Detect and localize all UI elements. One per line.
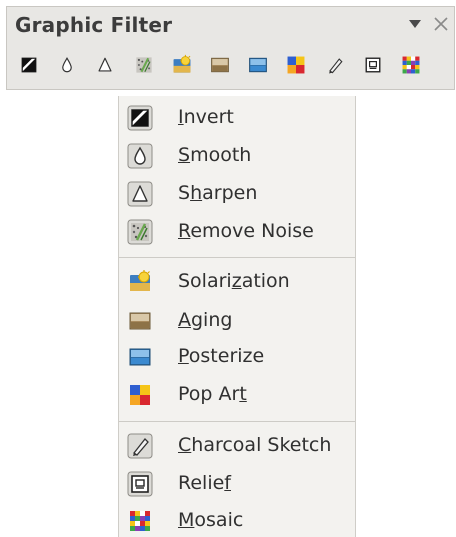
menu-item-label: Pop Art (178, 383, 247, 405)
menu-item-label: Aging (178, 309, 233, 331)
sharpen-icon (127, 181, 153, 207)
solarization-icon (171, 54, 193, 76)
menu-item-label: Smooth (178, 144, 252, 166)
aging-icon (209, 54, 231, 76)
menu-item-aging[interactable]: Aging (119, 303, 355, 339)
menu-item-label: Invert (178, 106, 234, 128)
title-controls (406, 15, 450, 33)
menu-item-pop-art[interactable]: Pop Art (119, 377, 355, 413)
menu-item-label: Relief (178, 472, 231, 494)
menu-separator (119, 421, 355, 422)
menu-item-sharpen[interactable]: Sharpen (119, 176, 355, 212)
charcoal-sketch-icon (127, 433, 153, 459)
menu-item-label: Mosaic (178, 509, 244, 531)
menu-item-relief[interactable]: Relief (119, 466, 355, 502)
relief-icon (362, 54, 384, 76)
toolbar-title-bar[interactable]: Graphic Filter (7, 7, 454, 45)
menu-item-invert[interactable]: Invert (119, 100, 355, 136)
menu-item-charcoal-sketch[interactable]: Charcoal Sketch (119, 428, 355, 464)
posterize-icon (127, 344, 153, 370)
pop-art-icon (285, 54, 307, 76)
menu-item-label: Solarization (178, 270, 290, 292)
smooth-icon (127, 143, 153, 169)
close-icon[interactable] (432, 15, 450, 33)
pop-art-icon (127, 382, 153, 408)
remove-noise-icon (133, 54, 155, 76)
graphic-filter-window: Graphic Filter Invert Smooth Sharpen Rem… (0, 0, 456, 537)
invert-button[interactable] (17, 53, 41, 77)
solarization-button[interactable] (170, 53, 194, 77)
toolbar-title: Graphic Filter (15, 13, 173, 37)
pop-art-button[interactable] (284, 53, 308, 77)
menu-item-label: Sharpen (178, 182, 258, 204)
charcoal-sketch-button[interactable] (323, 53, 347, 77)
remove-noise-button[interactable] (132, 53, 156, 77)
menu-separator (119, 257, 355, 258)
relief-button[interactable] (361, 53, 385, 77)
menu-item-solarization[interactable]: Solarization (119, 264, 355, 300)
charcoal-sketch-icon (324, 54, 346, 76)
graphic-filter-toolbar: Graphic Filter (6, 6, 455, 90)
aging-icon (127, 308, 153, 334)
mosaic-icon (127, 508, 153, 534)
invert-icon (127, 105, 153, 131)
filter-menu: Invert Smooth Sharpen Remove Noise Solar… (118, 96, 356, 537)
smooth-button[interactable] (55, 53, 79, 77)
menu-item-smooth[interactable]: Smooth (119, 138, 355, 174)
remove-noise-icon (127, 219, 153, 245)
menu-item-label: Charcoal Sketch (178, 434, 332, 456)
menu-item-label: Posterize (178, 345, 265, 367)
menu-item-mosaic[interactable]: Mosaic (119, 503, 355, 537)
mosaic-icon (400, 54, 422, 76)
invert-icon (18, 54, 40, 76)
sharpen-button[interactable] (93, 53, 117, 77)
menu-item-label: Remove Noise (178, 220, 314, 242)
sharpen-icon (94, 54, 116, 76)
menu-item-remove-noise[interactable]: Remove Noise (119, 214, 355, 250)
relief-icon (127, 471, 153, 497)
aging-button[interactable] (208, 53, 232, 77)
posterize-button[interactable] (246, 53, 270, 77)
solarization-icon (127, 269, 153, 295)
smooth-icon (56, 54, 78, 76)
dropdown-arrow-icon[interactable] (406, 15, 424, 33)
toolbar-icon-row (17, 53, 423, 77)
posterize-icon (247, 54, 269, 76)
mosaic-button[interactable] (399, 53, 423, 77)
menu-item-posterize[interactable]: Posterize (119, 339, 355, 375)
